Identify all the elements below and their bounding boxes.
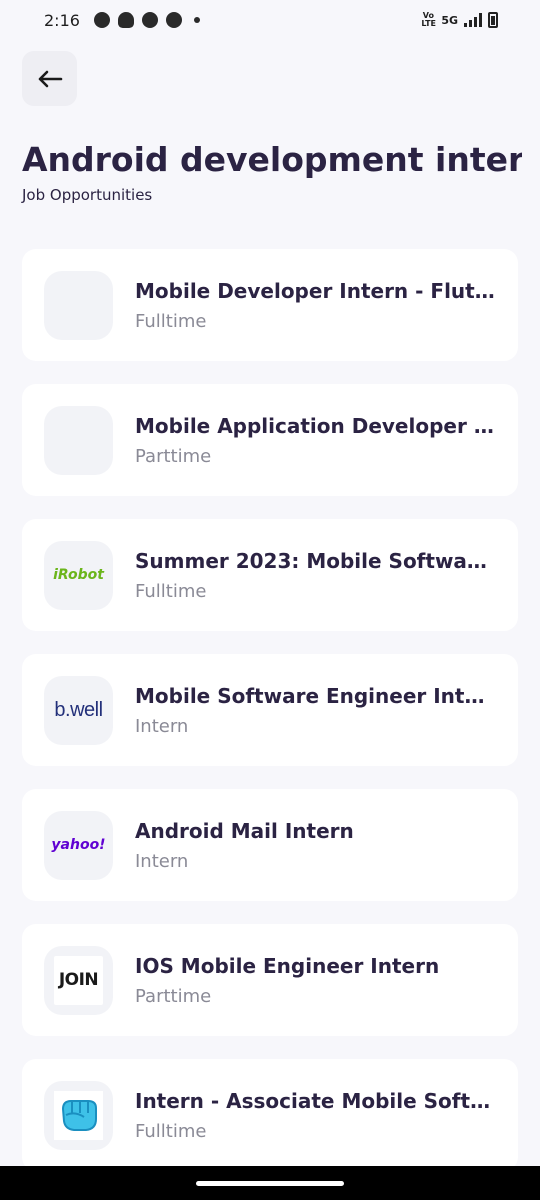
job-title: Mobile Application Developer Intern [135, 413, 495, 438]
facebook-notification-icon [141, 12, 158, 28]
job-list: Mobile Developer Intern - Flutter Fullti… [22, 249, 518, 1194]
job-type: Parttime [135, 985, 212, 1007]
status-right: Vo LTE 5G [421, 12, 498, 28]
battery-icon [488, 12, 498, 28]
company-logo-placeholder [44, 270, 113, 340]
job-title: Summer 2023: Mobile Software Intern [135, 548, 495, 573]
job-info: Android Mail Intern Intern [135, 819, 495, 872]
snapchat-notification-icon [117, 12, 134, 28]
message-notification-icon [93, 12, 110, 28]
job-card[interactable]: JOIN IOS Mobile Engineer Intern Parttime [22, 924, 518, 1036]
company-logo-fist [44, 1080, 113, 1150]
job-card[interactable]: b.well Mobile Software Engineer Intern I… [22, 654, 518, 766]
signal-strength-icon [464, 13, 482, 27]
arrow-left-icon [38, 70, 62, 87]
fist-logo-frame [54, 1090, 103, 1140]
job-title: Mobile Software Engineer Intern [135, 683, 495, 708]
company-logo-bwell: b.well [44, 675, 113, 745]
home-gesture-handle[interactable] [196, 1180, 344, 1186]
join-logo-text: JOIN [58, 970, 99, 990]
job-info: Mobile Application Developer Intern Part… [135, 414, 495, 467]
system-navigation-bar [0, 1166, 540, 1200]
fist-icon [61, 1100, 97, 1131]
job-info: IOS Mobile Engineer Intern Parttime [135, 954, 495, 1007]
company-logo-yahoo: yahoo! [44, 810, 113, 880]
job-card[interactable]: Mobile Developer Intern - Flutter Fullti… [22, 249, 518, 361]
job-type: Intern [135, 715, 189, 737]
whatsapp-notification-icon [165, 12, 182, 28]
job-type: Fulltime [135, 310, 207, 332]
irobot-logo-text: iRobot [53, 567, 104, 583]
yahoo-logo-text: yahoo! [51, 837, 106, 853]
company-logo-join: JOIN [44, 945, 113, 1015]
join-logo-frame: JOIN [54, 955, 103, 1005]
volte-label: Vo LTE [421, 11, 437, 28]
bwell-logo-text: b.well [54, 698, 103, 721]
page-subtitle: Job Opportunities [22, 186, 153, 204]
job-info: Summer 2023: Mobile Software Intern Full… [135, 549, 495, 602]
job-card[interactable]: Intern - Associate Mobile Software Engin… [22, 1059, 518, 1171]
status-time: 2:16 [44, 10, 80, 30]
job-title: Android Mail Intern [135, 818, 354, 843]
job-title: Intern - Associate Mobile Software Engin… [135, 1088, 495, 1113]
job-card[interactable]: Mobile Application Developer Intern Part… [22, 384, 518, 496]
status-bar: 2:16 Vo LTE 5G [0, 0, 540, 40]
job-type: Fulltime [135, 1120, 207, 1142]
status-left: 2:16 [44, 11, 200, 30]
job-title: Mobile Developer Intern - Flutter [135, 278, 495, 303]
job-title: IOS Mobile Engineer Intern [135, 953, 440, 978]
job-type: Intern [135, 850, 189, 872]
job-type: Parttime [135, 445, 212, 467]
job-info: Intern - Associate Mobile Software Engin… [135, 1089, 495, 1142]
more-notifications-dot-icon [193, 17, 200, 23]
back-button[interactable] [22, 51, 77, 106]
page-title: Android development intern [22, 140, 522, 179]
company-logo-irobot: iRobot [44, 540, 113, 610]
job-card[interactable]: yahoo! Android Mail Intern Intern [22, 789, 518, 901]
network-label: 5G [441, 13, 458, 27]
job-type: Fulltime [135, 580, 207, 602]
job-info: Mobile Software Engineer Intern Intern [135, 684, 495, 737]
job-card[interactable]: iRobot Summer 2023: Mobile Software Inte… [22, 519, 518, 631]
job-info: Mobile Developer Intern - Flutter Fullti… [135, 279, 495, 332]
company-logo-placeholder [44, 405, 113, 475]
